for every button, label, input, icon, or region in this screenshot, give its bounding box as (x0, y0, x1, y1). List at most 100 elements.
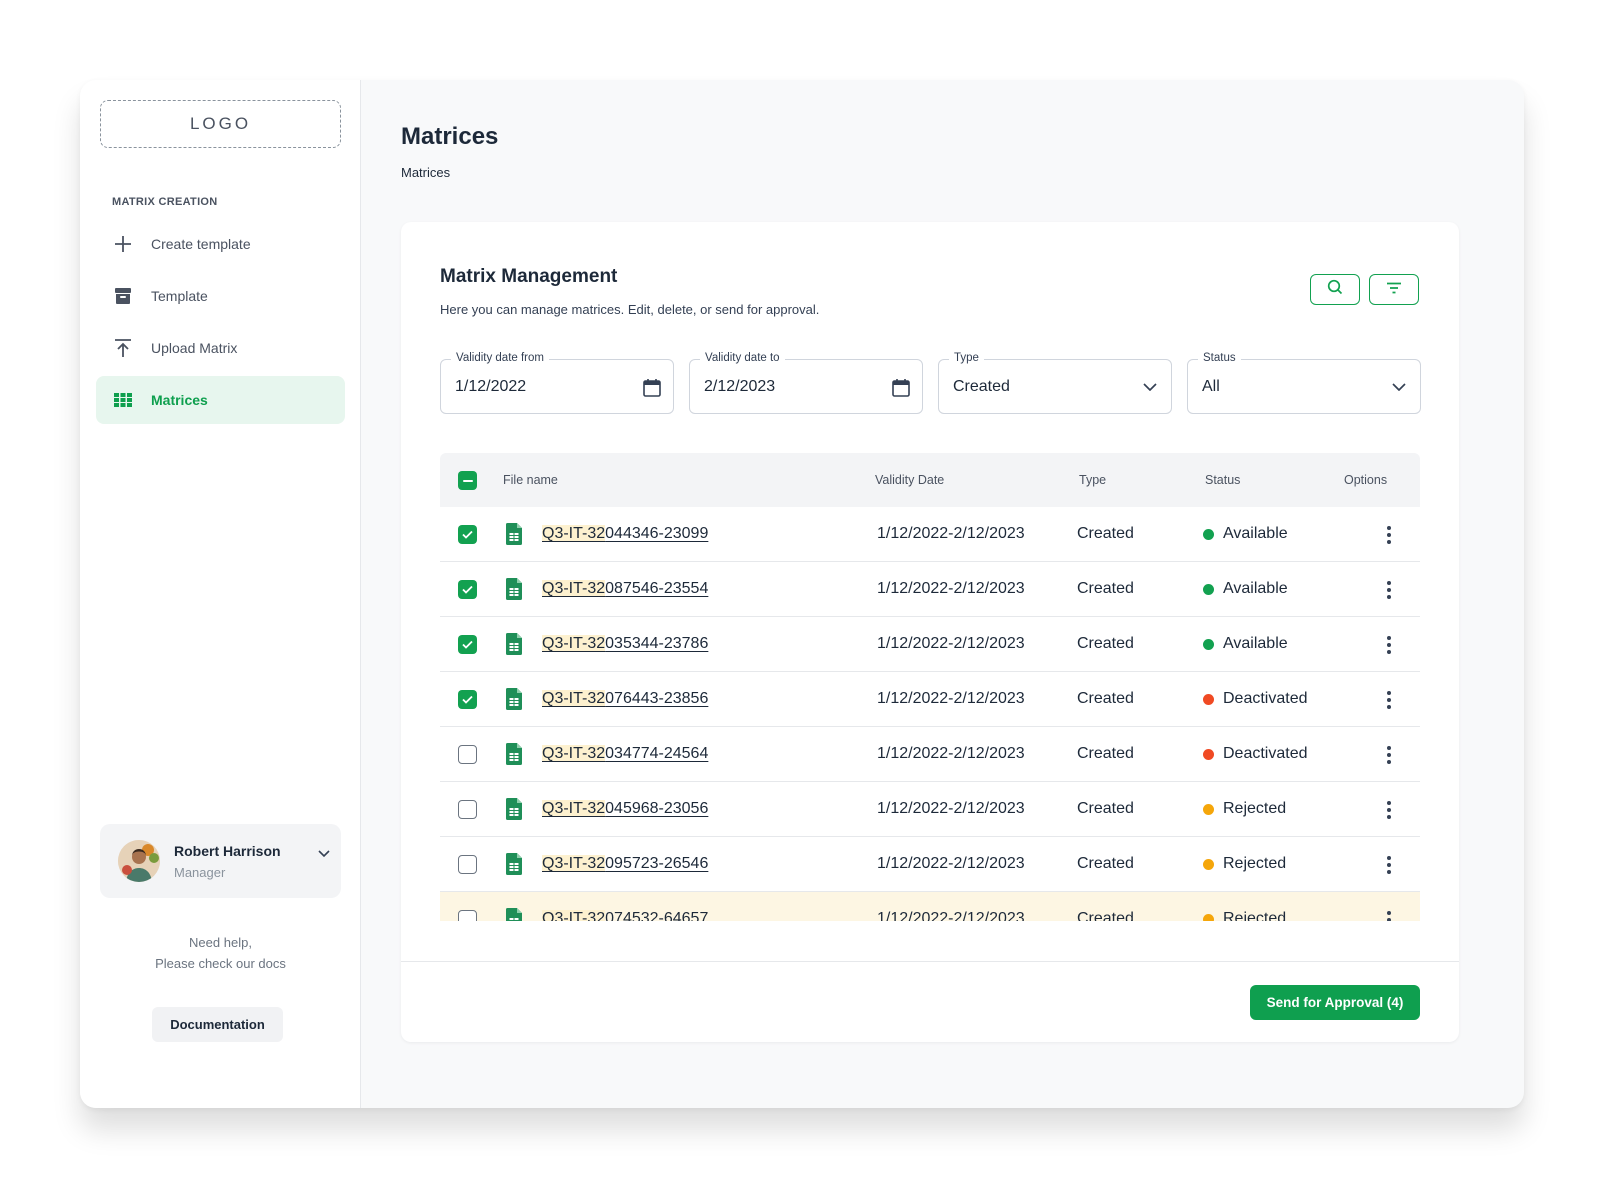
status-cell: Rejected (1203, 855, 1286, 873)
sidebar-item-create-template[interactable]: Create template (96, 220, 345, 268)
row-options-button[interactable] (1380, 854, 1398, 876)
filter-button[interactable] (1369, 274, 1419, 305)
header-file-name[interactable]: File name (503, 473, 558, 487)
select-all-checkbox[interactable] (458, 471, 477, 490)
status-cell: Deactivated (1203, 690, 1308, 708)
status-cell: Deactivated (1203, 745, 1308, 763)
grid-icon (112, 389, 134, 411)
file-name-link[interactable]: Q3-IT-32044346-23099 (542, 525, 708, 543)
sidebar: LOGO MATRIX CREATION Create template Tem… (80, 80, 361, 1108)
spreadsheet-file-icon (506, 523, 522, 545)
validity-date-cell: 1/12/2022-2/12/2023 (877, 910, 1025, 921)
row-checkbox[interactable] (458, 745, 477, 764)
row-checkbox[interactable] (458, 525, 477, 544)
search-button[interactable] (1310, 274, 1360, 305)
status-select[interactable]: Status All (1187, 352, 1421, 414)
sidebar-item-label: Template (151, 288, 208, 304)
file-name-suffix: 076443-23856 (605, 690, 709, 707)
file-name-prefix: Q3-IT-32 (542, 745, 606, 762)
kebab-dot (1387, 918, 1391, 921)
spreadsheet-file-icon (506, 633, 522, 655)
table-row: Q3-IT-32034774-24564 1/12/2022-2/12/2023 C… (440, 727, 1420, 782)
plus-icon (112, 233, 134, 255)
table-row: Q3-IT-32044346-23099 1/12/2022-2/12/2023 C… (440, 507, 1420, 562)
kebab-dot (1387, 801, 1391, 805)
row-checkbox[interactable] (458, 855, 477, 874)
row-options-button[interactable] (1380, 744, 1398, 766)
row-options-button[interactable] (1380, 689, 1398, 711)
spreadsheet-file-icon (506, 853, 522, 875)
chevron-down-icon[interactable] (307, 850, 341, 858)
file-name-suffix: 074532-64657 (605, 910, 709, 921)
row-checkbox[interactable] (458, 800, 477, 819)
row-checkbox[interactable] (458, 580, 477, 599)
validity-date-to-field[interactable]: Validity date to 2/12/2023 (689, 352, 923, 414)
status-label: Deactivated (1223, 745, 1308, 762)
file-name-suffix: 044346-23099 (605, 525, 709, 542)
header-validity-date[interactable]: Validity Date (875, 473, 944, 487)
row-options-button[interactable] (1380, 579, 1398, 601)
status-dot (1203, 693, 1214, 705)
file-name-prefix: Q3-IT-32 (542, 800, 606, 817)
row-options-button[interactable] (1380, 799, 1398, 821)
row-checkbox[interactable] (458, 910, 477, 921)
status-cell: Available (1203, 635, 1288, 653)
row-options-button[interactable] (1380, 909, 1398, 921)
sidebar-item-label: Matrices (151, 392, 208, 408)
validity-date-from-field[interactable]: Validity date from 1/12/2022 (440, 352, 674, 414)
file-name-link[interactable]: Q3-IT-32045968-23056 (542, 800, 708, 818)
header-options: Options (1344, 473, 1388, 487)
file-name-link[interactable]: Q3-IT-32035344-23786 (542, 635, 708, 653)
row-checkbox[interactable] (458, 690, 477, 709)
sidebar-item-template[interactable]: Template (96, 272, 345, 320)
status-label: Available (1223, 580, 1288, 597)
validity-date-cell: 1/12/2022-2/12/2023 (877, 855, 1025, 872)
status-cell: Rejected (1203, 800, 1286, 818)
main-content: Matrices Matrices Matrix Management Here… (361, 80, 1524, 1108)
row-options-button[interactable] (1380, 524, 1398, 546)
sidebar-section-title: MATRIX CREATION (112, 196, 218, 208)
row-checkbox[interactable] (458, 635, 477, 654)
field-label: Validity date to (700, 352, 785, 364)
calendar-icon[interactable] (890, 376, 912, 398)
type-cell: Created (1077, 690, 1134, 707)
validity-date-cell: 1/12/2022-2/12/2023 (877, 745, 1025, 762)
file-name-link[interactable]: Q3-IT-32095723-26546 (542, 855, 708, 873)
documentation-button[interactable]: Documentation (152, 1007, 283, 1042)
header-type[interactable]: Type (1079, 473, 1106, 487)
user-menu[interactable]: Robert Harrison Manager (100, 824, 341, 898)
file-name-link[interactable]: Q3-IT-32076443-23856 (542, 690, 708, 708)
status-cell: Available (1203, 525, 1288, 543)
table-row: Q3-IT-32076443-23856 1/12/2022-2/12/2023 C… (440, 672, 1420, 727)
sidebar-item-upload-matrix[interactable]: Upload Matrix (96, 324, 345, 372)
kebab-dot (1387, 691, 1391, 695)
file-name-link[interactable]: Q3-IT-32034774-24564 (542, 745, 708, 763)
file-name-link[interactable]: Q3-IT-32087546-23554 (542, 580, 708, 598)
matrix-management-card: Matrix Management Here you can manage ma… (401, 222, 1459, 1042)
kebab-dot (1387, 856, 1391, 860)
spreadsheet-file-icon (506, 908, 522, 921)
sidebar-item-matrices[interactable]: Matrices (96, 376, 345, 424)
kebab-dot (1387, 760, 1391, 764)
sidebar-nav: Create template Template Upload Matrix M… (96, 220, 345, 428)
breadcrumb[interactable]: Matrices (401, 165, 450, 180)
file-name-prefix: Q3-IT-32 (542, 910, 606, 921)
kebab-dot (1387, 526, 1391, 530)
status-cell: Available (1203, 580, 1288, 598)
field-value: Created (953, 378, 1010, 395)
send-for-approval-button[interactable]: Send for Approval (4) (1250, 985, 1420, 1020)
row-options-button[interactable] (1380, 634, 1398, 656)
kebab-dot (1387, 650, 1391, 654)
spreadsheet-file-icon (506, 743, 522, 765)
kebab-dot (1387, 581, 1391, 585)
header-status[interactable]: Status (1205, 473, 1240, 487)
kebab-dot (1387, 698, 1391, 702)
calendar-icon[interactable] (641, 376, 663, 398)
help-line-1: Need help, (189, 935, 252, 950)
file-name-link[interactable]: Q3-IT-32074532-64657 (542, 910, 708, 921)
kebab-dot (1387, 705, 1391, 709)
table-row: Q3-IT-32035344-23786 1/12/2022-2/12/2023 C… (440, 617, 1420, 672)
status-label: Deactivated (1223, 690, 1308, 707)
sidebar-item-label: Create template (151, 236, 251, 252)
type-select[interactable]: Type Created (938, 352, 1172, 414)
